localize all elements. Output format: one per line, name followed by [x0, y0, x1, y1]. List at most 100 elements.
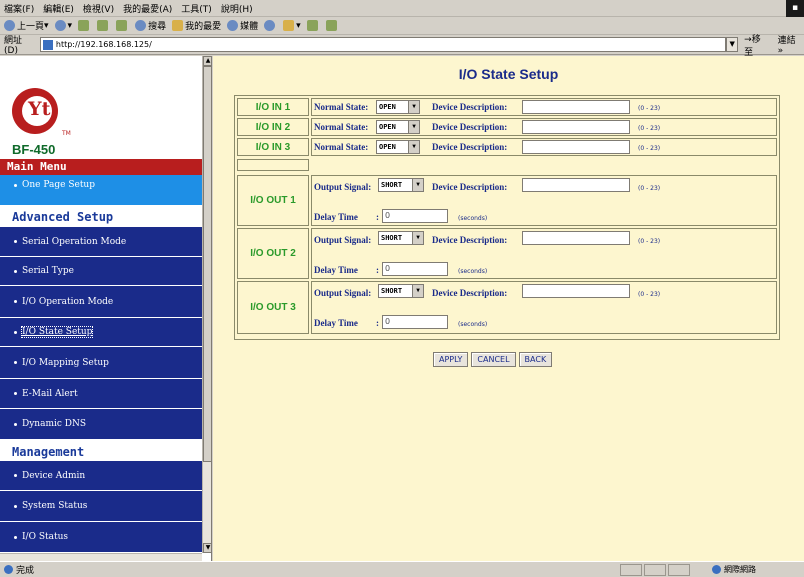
device-description-label: Device Description:	[432, 142, 508, 152]
nav-serial-type[interactable]: Serial Type	[0, 257, 202, 286]
model-name: BF-450	[12, 142, 56, 157]
search-button[interactable]: 搜尋	[135, 19, 166, 32]
scroll-up-icon[interactable]: ▲	[203, 56, 211, 66]
range-hint: (0 - 23)	[638, 145, 661, 152]
menu-file[interactable]: 檔案(F)	[4, 2, 34, 15]
nav-label: I/O Operation Mode	[22, 296, 114, 307]
nav-dynamic-dns[interactable]: Dynamic DNS	[0, 409, 202, 440]
nav-label: E-Mail Alert	[22, 388, 78, 399]
apply-button[interactable]: APPLY	[433, 352, 469, 367]
status-segment	[668, 564, 690, 576]
search-label: 搜尋	[148, 22, 167, 32]
device-description-input[interactable]	[522, 120, 630, 134]
links-label: 連結	[777, 36, 796, 46]
edit-button[interactable]	[325, 20, 339, 31]
device-description-input[interactable]	[522, 100, 630, 114]
refresh-button[interactable]	[97, 20, 110, 31]
management-title: Management	[0, 443, 202, 461]
bullet-icon	[14, 361, 17, 364]
io-in-settings: Normal State: OPEN ▼ Device Description: …	[311, 138, 777, 156]
back-button-form[interactable]: BACK	[518, 352, 553, 367]
forward-button[interactable]: ▾	[54, 20, 72, 31]
menu-favorites[interactable]: 我的最愛(A)	[123, 2, 172, 15]
io-in-settings: Normal State: OPEN ▼ Device Description: …	[311, 118, 777, 136]
go-button[interactable]: →移至	[744, 32, 770, 58]
status-text: 完成	[16, 566, 35, 576]
io-out-name: I/O OUT 3	[237, 281, 309, 334]
bullet-icon	[14, 300, 17, 303]
nav-label: System Status	[22, 501, 88, 511]
menu-view[interactable]: 檢視(V)	[83, 2, 114, 15]
output-signal-select[interactable]: SHORT ▼	[378, 231, 424, 245]
history-button[interactable]	[264, 20, 277, 31]
delay-time-input[interactable]: 0	[382, 209, 448, 223]
favorites-label: 我的最愛	[185, 22, 222, 32]
bullet-icon	[14, 504, 17, 508]
io-out-name: I/O OUT 2	[237, 228, 309, 279]
delay-colon: :	[376, 212, 379, 222]
nav-label: I/O Mapping Setup	[22, 357, 109, 368]
output-signal-select[interactable]: SHORT ▼	[378, 178, 424, 192]
home-button[interactable]	[116, 20, 129, 31]
yt-logo: Yt	[12, 88, 58, 134]
device-description-input[interactable]	[522, 140, 630, 154]
nav-label: One Page Setup	[22, 180, 95, 190]
nav-one-page-setup[interactable]: One Page Setup	[0, 175, 202, 206]
delay-time-label: Delay Time	[314, 265, 358, 275]
address-input[interactable]: http://192.168.168.125/	[39, 37, 727, 52]
menu-help[interactable]: 說明(H)	[221, 2, 253, 15]
select-value: OPEN	[379, 123, 396, 131]
forward-arrow-icon	[54, 20, 66, 31]
nav-system-status[interactable]: System Status	[0, 491, 202, 522]
scroll-down-icon[interactable]: ▼	[203, 543, 211, 553]
nav-io-status[interactable]: I/O Status	[0, 522, 202, 553]
menu-tools[interactable]: 工具(T)	[181, 2, 212, 15]
windows-flag-icon: ▪	[786, 0, 804, 17]
range-hint: (0 - 23)	[638, 291, 661, 298]
print-button[interactable]	[306, 20, 320, 31]
nav-email-alert[interactable]: E-Mail Alert	[0, 379, 202, 409]
nav-device-admin[interactable]: Device Admin	[0, 461, 202, 491]
delay-time-input[interactable]: 0	[382, 262, 448, 276]
page-icon	[42, 39, 53, 50]
spacer-row	[235, 159, 779, 173]
select-value: OPEN	[379, 103, 396, 111]
left-vertical-scrollbar[interactable]: ▲ ▼	[202, 56, 211, 553]
range-hint: (0 - 23)	[638, 238, 661, 245]
history-icon	[264, 20, 276, 31]
normal-state-select[interactable]: OPEN ▼	[376, 140, 420, 154]
left-horizontal-scrollbar[interactable]	[0, 553, 202, 561]
favorites-button[interactable]: 我的最愛	[172, 19, 221, 32]
delay-colon: :	[376, 318, 379, 328]
device-description-input[interactable]	[522, 178, 630, 192]
back-button[interactable]: 上一頁 ▾	[4, 19, 49, 32]
print-icon	[306, 20, 318, 31]
mail-button[interactable]: ▾	[283, 20, 301, 31]
device-description-input[interactable]	[522, 231, 630, 245]
address-dropdown-button[interactable]: ▼	[726, 37, 739, 52]
menu-edit[interactable]: 編輯(E)	[43, 2, 74, 15]
output-signal-select[interactable]: SHORT ▼	[378, 284, 424, 298]
stop-button[interactable]	[78, 20, 91, 31]
bullet-icon	[14, 330, 17, 334]
media-button[interactable]: 媒體	[227, 19, 258, 32]
browser-menubar: 檔案(F) 編輯(E) 檢視(V) 我的最愛(A) 工具(T) 說明(H) ▪	[0, 0, 804, 17]
scroll-thumb[interactable]	[203, 66, 211, 462]
io-out-row: I/O OUT 1 Output Signal: SHORT ▼ Device D…	[235, 175, 779, 228]
normal-state-select[interactable]: OPEN ▼	[376, 120, 420, 134]
nav-serial-operation-mode[interactable]: Serial Operation Mode	[0, 227, 202, 257]
nav-label: Serial Operation Mode	[22, 236, 127, 247]
output-signal-label: Output Signal:	[314, 288, 372, 298]
nav-io-mapping-setup[interactable]: I/O Mapping Setup	[0, 347, 202, 379]
chevron-down-icon: ▼	[412, 179, 423, 191]
nav-io-state-setup[interactable]: I/O State Setup	[0, 318, 202, 347]
links-button[interactable]: 連結 »	[778, 33, 804, 56]
status-segment	[644, 564, 666, 576]
device-description-input[interactable]	[522, 284, 630, 298]
delay-time-input[interactable]: 0	[382, 315, 448, 329]
normal-state-label: Normal State:	[314, 102, 369, 112]
normal-state-select[interactable]: OPEN ▼	[376, 100, 420, 114]
nav-io-operation-mode[interactable]: I/O Operation Mode	[0, 286, 202, 318]
cancel-button[interactable]: CANCEL	[471, 352, 516, 367]
security-zone: 網際網路	[712, 564, 756, 575]
